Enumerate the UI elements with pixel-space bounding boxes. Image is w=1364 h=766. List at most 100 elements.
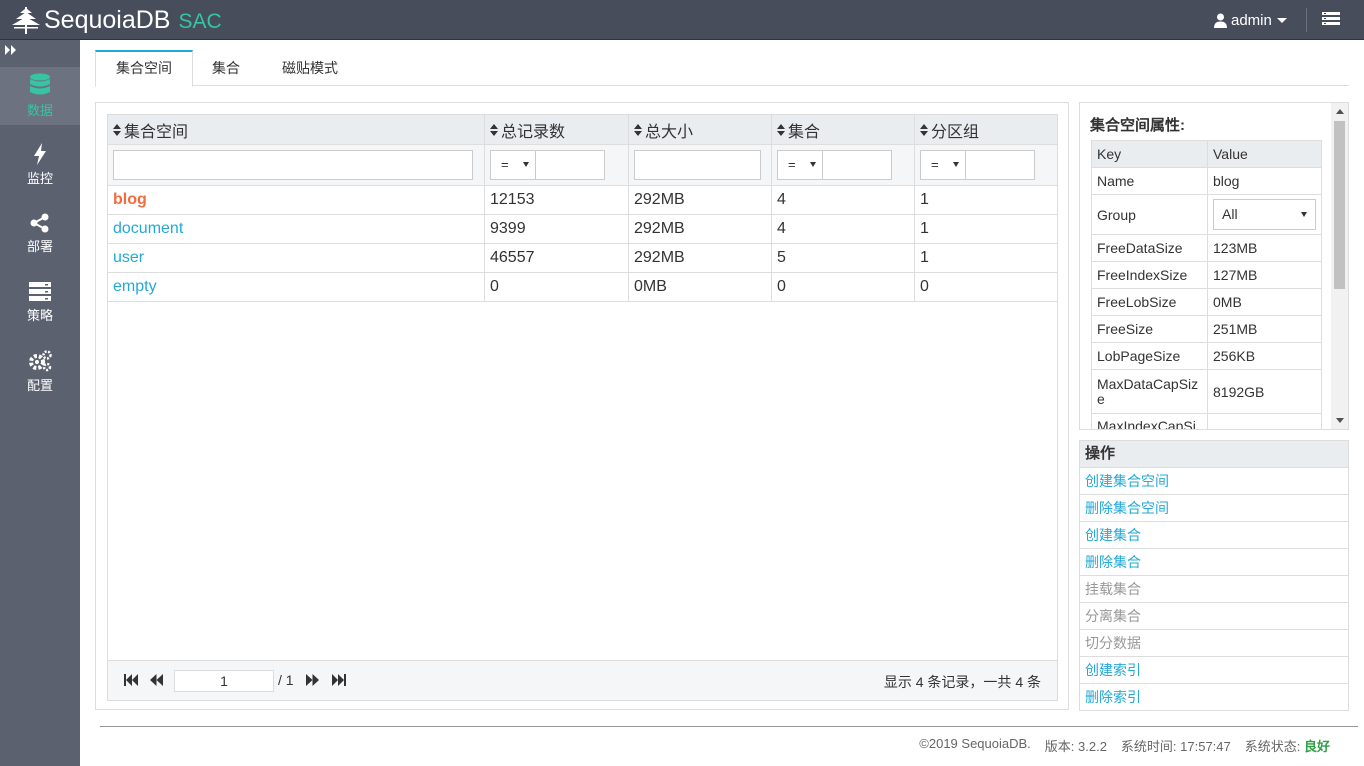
chevron-down-icon <box>523 162 529 167</box>
tab-collection-space[interactable]: 集合空间 <box>95 50 193 87</box>
property-key: FreeDataSize <box>1091 234 1208 262</box>
next-page-icon[interactable] <box>306 674 319 686</box>
space-name-link[interactable]: document <box>113 220 183 237</box>
property-row: FreeDataSize 123MB <box>1091 234 1322 262</box>
split-data-link: 切分数据 <box>1080 630 1348 657</box>
column-header-collections[interactable]: 集合 <box>772 115 915 144</box>
sidebar-item-monitor[interactable]: 监控 <box>0 136 80 194</box>
space-name-link[interactable]: empty <box>113 278 157 295</box>
collection-space-grid: 集合空间 总记录数 总大小 集合 分区组 = = = blog 12153 29… <box>107 114 1058 701</box>
records-operator-select[interactable]: = <box>490 150 536 180</box>
property-row: FreeIndexSize 127MB <box>1091 261 1322 289</box>
scroll-up-arrow-icon[interactable] <box>1336 109 1344 114</box>
collections-operator-select[interactable]: = <box>777 150 823 180</box>
space-name-cell[interactable]: blog <box>108 186 485 215</box>
filter-cell: = <box>915 145 1057 185</box>
server-icon <box>29 282 51 301</box>
size-filter-input[interactable] <box>634 150 761 180</box>
key-header: Key <box>1091 140 1208 168</box>
page-number-input[interactable]: 1 <box>174 670 274 692</box>
records-filter-input[interactable] <box>535 150 605 180</box>
filter-cell <box>108 145 485 185</box>
list-menu-icon[interactable] <box>1322 12 1340 26</box>
property-value: 251MB <box>1207 315 1322 343</box>
scroll-down-arrow-icon[interactable] <box>1336 418 1344 423</box>
database-icon <box>30 73 50 95</box>
size-cell: 292MB <box>629 186 772 215</box>
sort-icon <box>634 123 642 136</box>
column-header-size[interactable]: 总大小 <box>629 115 772 144</box>
size-cell: 292MB <box>629 244 772 273</box>
column-header-records[interactable]: 总记录数 <box>485 115 629 144</box>
space-name-cell[interactable]: empty <box>108 273 485 302</box>
property-row: LobPageSize 256KB <box>1091 342 1322 370</box>
share-icon <box>30 213 49 233</box>
groups-cell: 1 <box>920 220 929 237</box>
sidebar-item-label: 部署 <box>26 239 53 254</box>
scrollbar-thumb[interactable] <box>1334 121 1345 289</box>
expand-sidebar-icon[interactable] <box>4 44 18 56</box>
operator-value: = <box>501 157 509 172</box>
properties-title: 集合空间属性: <box>1090 117 1185 134</box>
records-cell: 12153 <box>485 186 629 215</box>
table-row[interactable]: blog 12153 292MB 4 1 <box>108 186 1057 215</box>
table-row[interactable]: user 46557 292MB 5 1 <box>108 244 1057 273</box>
sidebar-item-data[interactable]: 数据 <box>0 67 80 125</box>
tree-logo-icon <box>12 7 40 34</box>
properties-panel: 集合空间属性: Key Value Name blog Group All Fr… <box>1079 102 1349 430</box>
properties-header-row: Key Value <box>1091 140 1322 168</box>
top-header: SequoiaDB SAC admin <box>0 0 1364 40</box>
column-label: 分区组 <box>931 123 980 141</box>
groups-cell: 0 <box>920 278 929 295</box>
properties-scrollbar[interactable] <box>1331 103 1348 429</box>
copyright: ©2019 SequoiaDB. <box>919 736 1031 751</box>
delete-collection-link[interactable]: 删除集合 <box>1080 549 1348 576</box>
property-key: FreeSize <box>1091 315 1208 343</box>
space-name-cell[interactable]: document <box>108 215 485 244</box>
table-row[interactable]: document 9399 292MB 4 1 <box>108 215 1057 244</box>
grid-filter-row: = = = <box>108 145 1057 186</box>
tab-tile-mode[interactable]: 磁贴模式 <box>267 50 353 86</box>
chevron-down-icon <box>1276 17 1287 23</box>
sort-icon <box>920 123 928 136</box>
sidebar-item-deploy[interactable]: 部署 <box>0 205 80 263</box>
group-select[interactable]: All <box>1213 199 1316 230</box>
groups-operator-select[interactable]: = <box>920 150 966 180</box>
column-label: 总记录数 <box>501 123 566 141</box>
sidebar-item-policy[interactable]: 策略 <box>0 274 80 332</box>
filter-cell: = <box>772 145 915 185</box>
first-page-icon[interactable] <box>124 674 138 686</box>
last-page-icon[interactable] <box>332 674 346 686</box>
create-index-link[interactable]: 创建索引 <box>1080 657 1348 684</box>
column-header-space[interactable]: 集合空间 <box>108 115 485 144</box>
groups-cell: 1 <box>920 191 929 208</box>
previous-page-icon[interactable] <box>150 674 163 686</box>
property-row: FreeSize 251MB <box>1091 315 1322 343</box>
groups-filter-input[interactable] <box>965 150 1035 180</box>
create-collection-space-link[interactable]: 创建集合空间 <box>1080 468 1348 495</box>
user-menu[interactable]: admin <box>1214 0 1287 40</box>
space-name-link[interactable]: blog <box>113 191 147 208</box>
tab-collection[interactable]: 集合 <box>197 50 255 86</box>
operator-value: = <box>931 157 939 172</box>
space-name-link[interactable]: user <box>113 249 144 266</box>
create-collection-link[interactable]: 创建集合 <box>1080 522 1348 549</box>
delete-index-link[interactable]: 删除索引 <box>1080 684 1348 711</box>
user-icon <box>1214 13 1227 28</box>
chevron-down-icon <box>1301 212 1307 217</box>
sidebar-item-label: 监控 <box>26 171 53 186</box>
property-row: MaxIndexCapSi <box>1091 413 1322 429</box>
table-row[interactable]: empty 0 0MB 0 0 <box>108 273 1057 302</box>
property-row: Name blog <box>1091 167 1322 195</box>
space-name-cell[interactable]: user <box>108 244 485 273</box>
property-value: 8192GB <box>1207 369 1322 414</box>
property-row: FreeLobSize 0MB <box>1091 288 1322 316</box>
space-name-filter-input[interactable] <box>113 150 473 180</box>
delete-collection-space-link[interactable]: 删除集合空间 <box>1080 495 1348 522</box>
sidebar-item-config[interactable]: 配置 <box>0 343 80 401</box>
property-key: Group <box>1091 194 1208 235</box>
column-header-groups[interactable]: 分区组 <box>915 115 1057 144</box>
collections-filter-input[interactable] <box>822 150 892 180</box>
logo[interactable]: SequoiaDB SAC <box>10 4 222 36</box>
property-key: MaxIndexCapSi <box>1091 413 1208 429</box>
